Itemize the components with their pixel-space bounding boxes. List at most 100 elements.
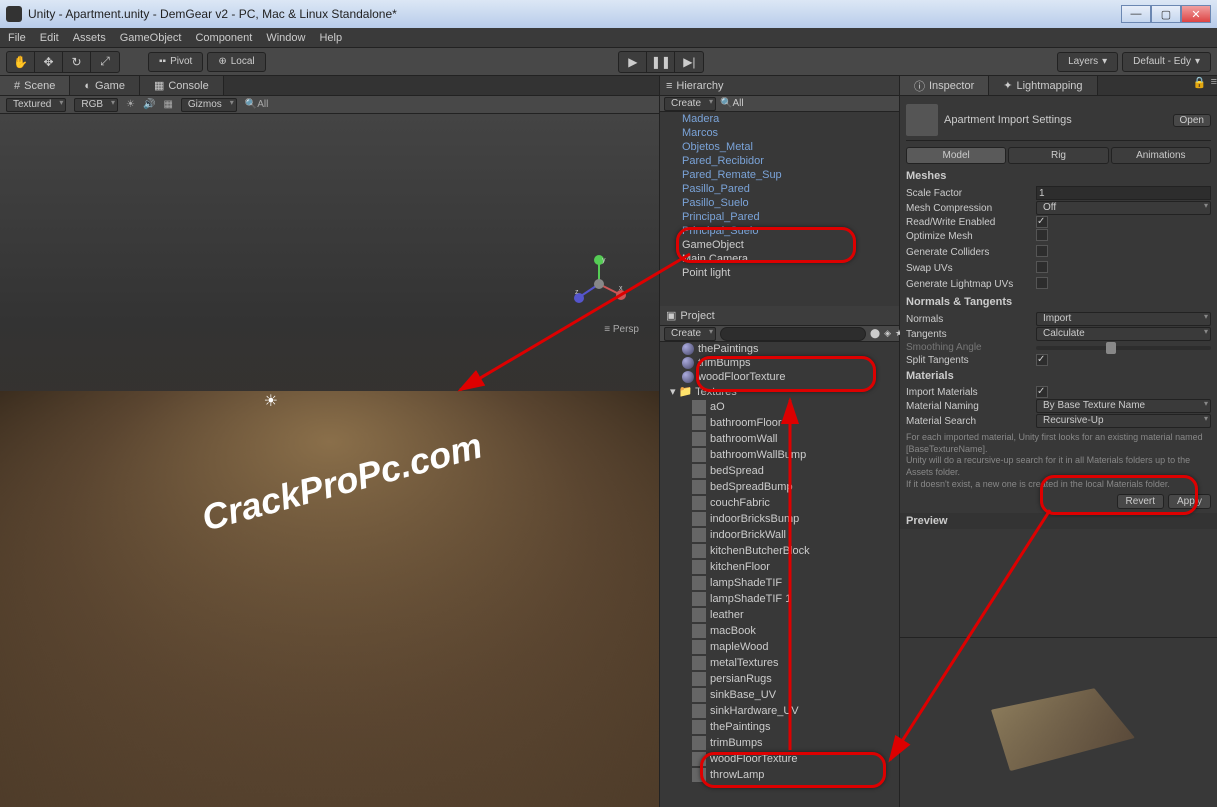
scale-factor-input[interactable] (1036, 186, 1211, 200)
project-texture-item[interactable]: kitchenFloor (660, 559, 899, 575)
hierarchy-item[interactable]: Objetos_Metal (660, 140, 899, 154)
model-tab[interactable]: Model (906, 147, 1006, 164)
animations-tab[interactable]: Animations (1111, 147, 1211, 164)
rotate-tool[interactable]: ↻ (63, 52, 91, 72)
hierarchy-item[interactable]: Pared_Remate_Sup (660, 168, 899, 182)
project-panel-header[interactable]: ▣ Project (660, 306, 899, 326)
lock-icon[interactable]: 🔒 (1193, 76, 1207, 95)
tangents-dropdown[interactable]: Calculate (1036, 327, 1211, 341)
project-material-item[interactable]: trimBumps (660, 356, 899, 370)
menu-help[interactable]: Help (319, 32, 342, 44)
project-texture-item[interactable]: kitchenButcherBlock (660, 543, 899, 559)
filter-icon[interactable]: ⬤ (870, 328, 880, 339)
smoothing-angle-slider[interactable] (1036, 346, 1211, 350)
project-texture-item[interactable]: trimBumps (660, 735, 899, 751)
revert-button[interactable]: Revert (1117, 494, 1164, 509)
project-create-dropdown[interactable]: Create (664, 327, 716, 341)
layers-dropdown[interactable]: Layers ▾ (1057, 52, 1118, 72)
tab-game[interactable]: ◐ Game (70, 76, 140, 95)
hierarchy-item[interactable]: Marcos (660, 126, 899, 140)
project-texture-item[interactable]: mapleWood (660, 639, 899, 655)
hierarchy-item[interactable]: GameObject (660, 238, 899, 252)
generate-colliders-checkbox[interactable] (1036, 245, 1048, 257)
menu-window[interactable]: Window (266, 32, 305, 44)
mesh-compression-dropdown[interactable]: Off (1036, 201, 1211, 215)
menu-edit[interactable]: Edit (40, 32, 59, 44)
menu-file[interactable]: File (8, 32, 26, 44)
hierarchy-item[interactable]: Pasillo_Pared (660, 182, 899, 196)
hierarchy-item[interactable]: Pasillo_Suelo (660, 196, 899, 210)
project-texture-item[interactable]: aO (660, 399, 899, 415)
hierarchy-item[interactable]: Principal_Pared (660, 210, 899, 224)
minimize-button[interactable]: — (1121, 5, 1151, 23)
hierarchy-item[interactable]: Point light (660, 266, 899, 280)
tab-scene[interactable]: # Scene (0, 76, 70, 95)
hierarchy-item[interactable]: Principal_Suelo (660, 224, 899, 238)
project-texture-item[interactable]: bedSpreadBump (660, 479, 899, 495)
hierarchy-create-dropdown[interactable]: Create (664, 97, 716, 111)
tab-console[interactable]: ▦ Console (140, 76, 224, 95)
project-texture-item[interactable]: persianRugs (660, 671, 899, 687)
project-texture-item[interactable]: bathroomWallBump (660, 447, 899, 463)
project-texture-item[interactable]: woodFloorTexture (660, 751, 899, 767)
material-naming-dropdown[interactable]: By Base Texture Name (1036, 399, 1211, 413)
project-texture-item[interactable]: indoorBricksBump (660, 511, 899, 527)
play-button[interactable]: ▶ (619, 52, 647, 72)
project-texture-item[interactable]: lampShadeTIF 1 (660, 591, 899, 607)
draw-mode-dropdown[interactable]: Textured (6, 98, 66, 112)
normals-dropdown[interactable]: Import (1036, 312, 1211, 326)
render-mode-dropdown[interactable]: RGB (74, 98, 118, 112)
rig-tab[interactable]: Rig (1008, 147, 1108, 164)
orientation-gizmo[interactable]: y x z (569, 254, 629, 314)
scene-viewport[interactable]: ☀ CrackProPc.com y x z ≡ Persp (0, 114, 659, 807)
optimize-mesh-checkbox[interactable] (1036, 229, 1048, 241)
project-folder-item[interactable]: ▾ 📁 Textures (660, 384, 899, 399)
move-tool[interactable]: ✥ (35, 52, 63, 72)
hierarchy-search[interactable]: 🔍All (720, 98, 744, 109)
project-texture-item[interactable]: indoorBrickWall (660, 527, 899, 543)
preview-heading[interactable]: Preview (900, 513, 1217, 529)
preview-area[interactable] (900, 637, 1217, 807)
project-texture-item[interactable]: metalTextures (660, 655, 899, 671)
scene-search[interactable]: 🔍All (245, 99, 269, 110)
gizmos-dropdown[interactable]: Gizmos (181, 98, 237, 112)
pause-button[interactable]: ❚❚ (647, 52, 675, 72)
project-material-item[interactable]: thePaintings (660, 342, 899, 356)
hand-tool[interactable]: ✋ (7, 52, 35, 72)
hierarchy-panel-header[interactable]: ≡ Hierarchy (660, 76, 899, 96)
hierarchy-item[interactable]: Madera (660, 112, 899, 126)
project-texture-item[interactable]: couchFabric (660, 495, 899, 511)
project-texture-item[interactable]: macBook (660, 623, 899, 639)
maximize-button[interactable]: ▢ (1151, 5, 1181, 23)
label-icon[interactable]: ◈ (884, 328, 891, 339)
project-texture-item[interactable]: sinkBase_UV (660, 687, 899, 703)
apply-button[interactable]: Apply (1168, 494, 1211, 509)
scale-tool[interactable]: ⤢ (91, 52, 119, 72)
hierarchy-item[interactable]: Pared_Recibidor (660, 154, 899, 168)
layout-dropdown[interactable]: Default - Edy ▾ (1122, 52, 1211, 72)
project-texture-item[interactable]: bathroomFloor (660, 415, 899, 431)
menu-component[interactable]: Component (195, 32, 252, 44)
tab-lightmapping[interactable]: ✦ Lightmapping (989, 76, 1097, 95)
project-list[interactable]: thePaintings trimBumps woodFloorTexture▾… (660, 342, 899, 807)
tab-inspector[interactable]: ⓘ Inspector (900, 76, 989, 95)
project-texture-item[interactable]: throwLamp (660, 767, 899, 783)
scene-lighting-icon[interactable]: ☀ (126, 99, 135, 110)
import-materials-checkbox[interactable] (1036, 386, 1048, 398)
scene-audio-icon[interactable]: 🔊 (143, 99, 155, 110)
close-button[interactable]: ✕ (1181, 5, 1211, 23)
hierarchy-list[interactable]: MaderaMarcosObjetos_MetalPared_Recibidor… (660, 112, 899, 306)
project-texture-item[interactable]: lampShadeTIF (660, 575, 899, 591)
project-texture-item[interactable]: bathroomWall (660, 431, 899, 447)
project-search-input[interactable] (720, 327, 866, 341)
menu-assets[interactable]: Assets (73, 32, 106, 44)
project-material-item[interactable]: woodFloorTexture (660, 370, 899, 384)
open-asset-button[interactable]: Open (1173, 114, 1211, 127)
swap-uvs-checkbox[interactable] (1036, 261, 1048, 273)
generate-lightmap-checkbox[interactable] (1036, 277, 1048, 289)
project-texture-item[interactable]: sinkHardware_UV (660, 703, 899, 719)
read-write-checkbox[interactable] (1036, 216, 1048, 228)
scene-fx-icon[interactable]: ▦ (163, 99, 172, 110)
project-texture-item[interactable]: bedSpread (660, 463, 899, 479)
menu-gameobject[interactable]: GameObject (120, 32, 182, 44)
